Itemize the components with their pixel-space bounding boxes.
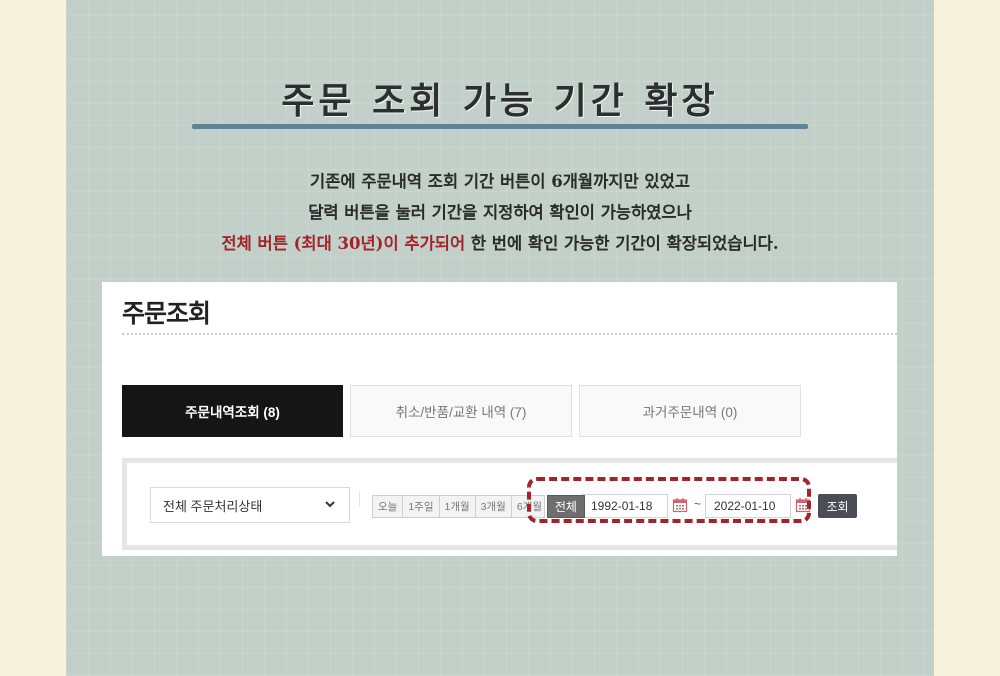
period-1week-button[interactable]: 1주일 [402, 495, 440, 518]
order-status-value: 전체 주문처리상태 [163, 498, 263, 514]
period-button-group: 오늘 1주일 1개월 3개월 6개월 전체 [372, 495, 585, 518]
chevron-down-icon [325, 501, 335, 508]
tab-cancel-return-exchange[interactable]: 취소/반품/교환 내역 (7) [350, 385, 572, 437]
page-title: 주문조회 [122, 300, 211, 328]
title-divider [122, 333, 897, 335]
headline: 주문 조회 가능 기간 확장 [281, 80, 719, 122]
order-status-select[interactable]: 전체 주문처리상태 [150, 487, 350, 523]
period-1month-button[interactable]: 1개월 [438, 495, 476, 518]
headline-underline [192, 124, 808, 129]
period-all-button[interactable]: 전체 [546, 495, 585, 518]
description-highlight: 전체 버튼 (최대 30년)이 추가되어 [221, 234, 466, 253]
description-line-2: 달력 버튼을 눌러 기간을 지정하여 확인이 가능하였으나 [308, 203, 692, 222]
description-line-3: 전체 버튼 (최대 30년)이 추가되어 한 번에 확인 가능한 기간이 확장되… [66, 228, 934, 259]
description-line-3-rest: 한 번에 확인 가능한 기간이 확장되었습니다. [465, 234, 779, 253]
filter-separator [359, 491, 360, 507]
tab-past-orders[interactable]: 과거주문내역 (0) [579, 385, 801, 437]
period-3month-button[interactable]: 3개월 [474, 495, 512, 518]
period-today-button[interactable]: 오늘 [372, 495, 404, 518]
description-line-1: 기존에 주문내역 조회 기간 버튼이 6개월까지만 있었고 [310, 172, 690, 191]
description: 기존에 주문내역 조회 기간 버튼이 6개월까지만 있었고 달력 버튼을 눌러 … [66, 166, 934, 259]
search-button[interactable]: 조회 [818, 494, 857, 518]
tab-order-history[interactable]: 주문내역조회 (8) [122, 385, 343, 437]
